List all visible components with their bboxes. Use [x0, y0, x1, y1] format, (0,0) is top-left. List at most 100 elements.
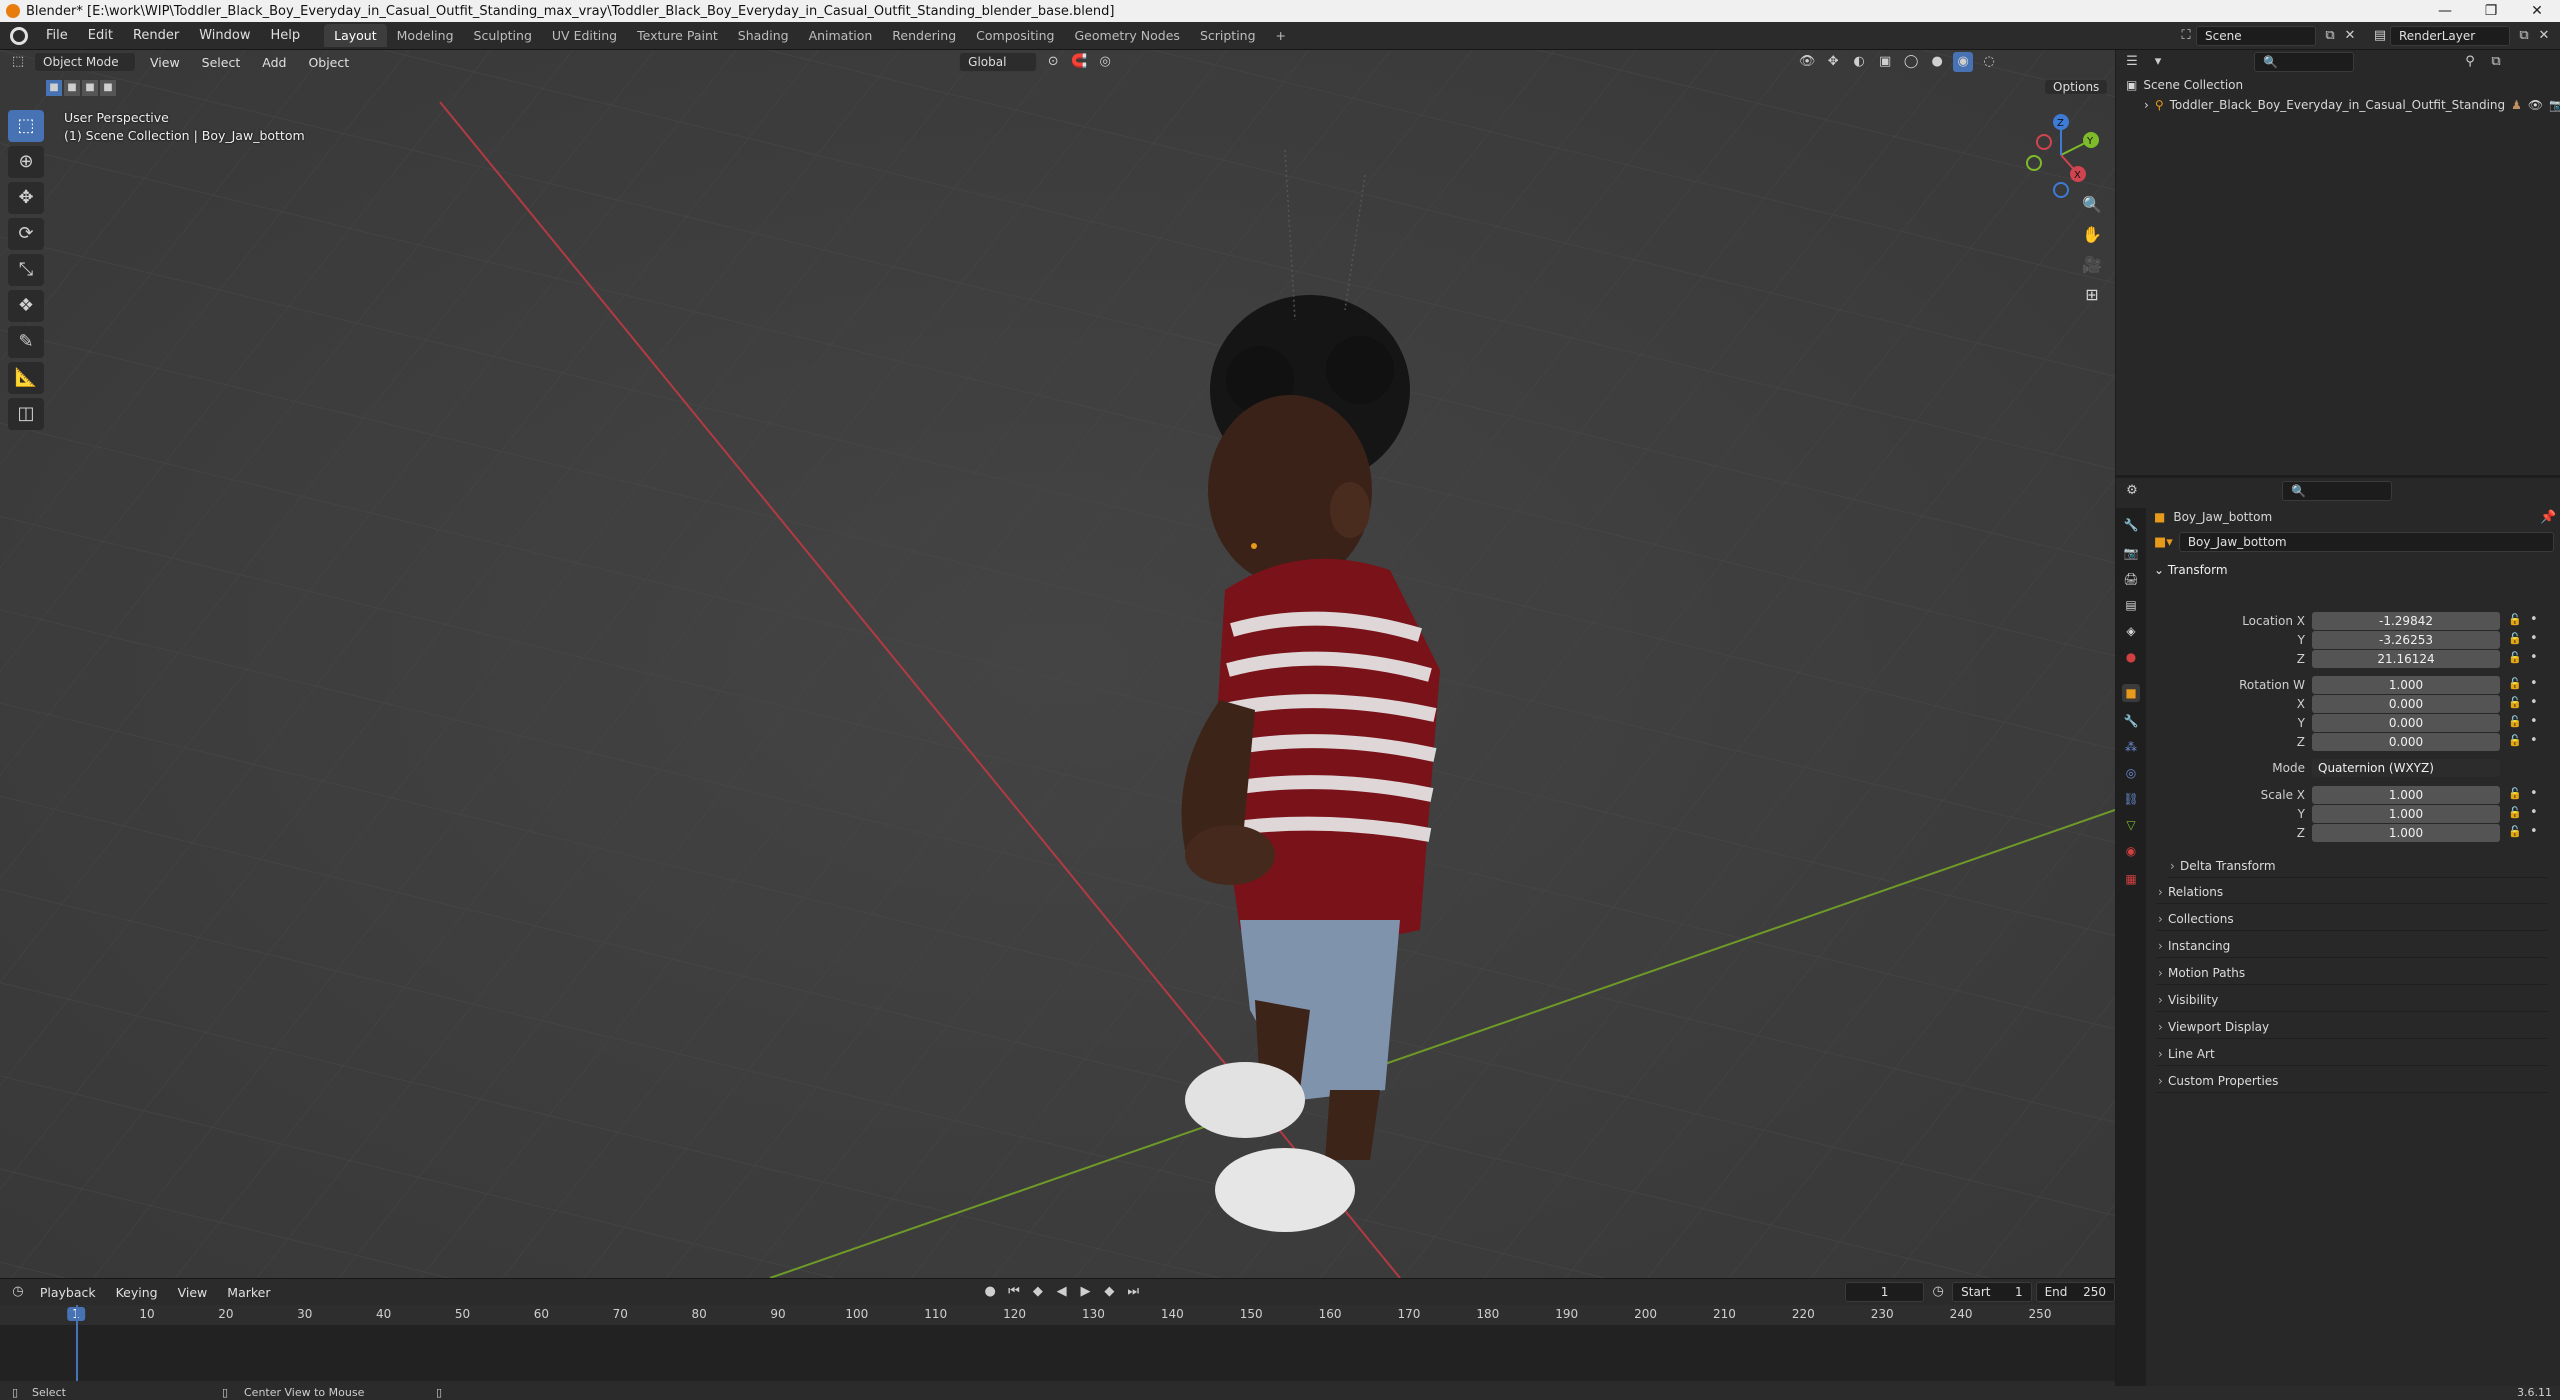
- scale-y-field[interactable]: 1.000: [2312, 805, 2500, 823]
- lock-icon[interactable]: 🔓: [2508, 787, 2522, 800]
- options-dropdown[interactable]: Options: [2044, 78, 2109, 96]
- tab-texture-paint[interactable]: Texture Paint: [627, 24, 728, 47]
- expand-arrow-icon[interactable]: ›: [2144, 98, 2149, 112]
- menu-keying[interactable]: Keying: [108, 1285, 166, 1300]
- menu-help[interactable]: Help: [261, 28, 311, 43]
- end-frame-field[interactable]: End 250: [2035, 1282, 2116, 1302]
- annotate-tool-icon[interactable]: ✎: [8, 326, 44, 358]
- menu-timeline-view[interactable]: View: [170, 1285, 216, 1300]
- rotation-y-field[interactable]: 0.000: [2312, 714, 2500, 732]
- keyframe-dot-icon[interactable]: •: [2530, 714, 2538, 729]
- tab-animation[interactable]: Animation: [799, 24, 883, 47]
- keyframe-dot-icon[interactable]: •: [2530, 805, 2538, 820]
- play-reverse-icon[interactable]: ◀: [1052, 1282, 1072, 1302]
- object-name-field[interactable]: Boy_Jaw_bottom: [2178, 532, 2554, 552]
- lock-icon[interactable]: 🔓: [2508, 651, 2522, 664]
- location-x-field[interactable]: -1.29842: [2312, 612, 2500, 630]
- transform-tool-icon[interactable]: ❖: [8, 290, 44, 322]
- tab-scripting[interactable]: Scripting: [1190, 24, 1266, 47]
- menu-add[interactable]: Add: [254, 55, 294, 70]
- tab-sculpting[interactable]: Sculpting: [464, 24, 542, 47]
- scene-selector[interactable]: Scene: [2196, 26, 2316, 46]
- scale-z-field[interactable]: 1.000: [2312, 824, 2500, 842]
- new-layer-icon[interactable]: ⧉: [2514, 26, 2534, 46]
- solid-shading-icon[interactable]: ●: [1927, 52, 1947, 72]
- panel-relations[interactable]: Relations: [2156, 880, 2548, 904]
- zoom-icon[interactable]: 🔍: [2077, 190, 2107, 220]
- properties-editor-type-icon[interactable]: ⚙: [2122, 481, 2142, 501]
- select-subtract-icon[interactable]: ■: [82, 80, 98, 96]
- tab-geometry-nodes[interactable]: Geometry Nodes: [1065, 24, 1190, 47]
- texture-tab-icon[interactable]: ▦: [2122, 870, 2140, 888]
- location-y-field[interactable]: -3.26253: [2312, 631, 2500, 649]
- xray-toggle-icon[interactable]: ▣: [1875, 52, 1895, 72]
- keyframe-dot-icon[interactable]: •: [2530, 733, 2538, 748]
- keyframe-dot-icon[interactable]: •: [2530, 650, 2538, 665]
- wireframe-shading-icon[interactable]: ◯: [1901, 52, 1921, 72]
- new-collection-icon[interactable]: ⧉: [2486, 52, 2506, 72]
- panel-collections[interactable]: Collections: [2156, 907, 2548, 931]
- panel-visibility[interactable]: Visibility: [2156, 988, 2548, 1012]
- tab-uv-editing[interactable]: UV Editing: [542, 24, 627, 47]
- rotation-w-field[interactable]: 1.000: [2312, 676, 2500, 694]
- material-shading-icon[interactable]: ◉: [1953, 52, 1974, 72]
- select-box-tool-icon[interactable]: ⬚: [8, 110, 44, 142]
- render-layer-icon[interactable]: ▤: [2370, 26, 2390, 46]
- lock-icon[interactable]: 🔓: [2508, 677, 2522, 690]
- menu-render[interactable]: Render: [123, 28, 189, 43]
- lock-icon[interactable]: 🔓: [2508, 632, 2522, 645]
- select-extend-icon[interactable]: ■: [64, 80, 80, 96]
- menu-view[interactable]: View: [142, 55, 188, 70]
- properties-search-input[interactable]: 🔍: [2282, 481, 2392, 501]
- tab-rendering[interactable]: Rendering: [882, 24, 966, 47]
- hide-eye-icon[interactable]: 👁: [2528, 98, 2543, 112]
- panel-line-art[interactable]: Line Art: [2156, 1042, 2548, 1066]
- preview-range-icon[interactable]: ◷: [1928, 1282, 1948, 1302]
- pan-hand-icon[interactable]: ✋: [2077, 220, 2107, 250]
- tab-compositing[interactable]: Compositing: [966, 24, 1064, 47]
- keyframe-dot-icon[interactable]: •: [2530, 824, 2538, 839]
- timeline-ruler[interactable]: 1102030405060708090100110120130140150160…: [0, 1305, 2115, 1325]
- rotation-z-field[interactable]: 0.000: [2312, 733, 2500, 751]
- panel-viewport-display[interactable]: Viewport Display: [2156, 1015, 2548, 1039]
- new-scene-icon[interactable]: ⧉: [2320, 26, 2340, 46]
- outliner-editor-type-icon[interactable]: ☰: [2122, 52, 2142, 72]
- material-tab-icon[interactable]: ◉: [2122, 842, 2140, 860]
- panel-instancing[interactable]: Instancing: [2156, 934, 2548, 958]
- tab-shading[interactable]: Shading: [728, 24, 799, 47]
- timeline-editor-type-icon[interactable]: ◷: [8, 1282, 28, 1302]
- delete-scene-icon[interactable]: ✕: [2340, 26, 2360, 46]
- next-keyframe-icon[interactable]: ◆: [1099, 1282, 1119, 1302]
- scale-tool-icon[interactable]: ⤡: [8, 254, 44, 286]
- lock-icon[interactable]: 🔓: [2508, 613, 2522, 626]
- perspective-toggle-icon[interactable]: ⊞: [2077, 280, 2107, 310]
- panel-delta-transform[interactable]: Delta Transform: [2168, 854, 2548, 878]
- filter-icon[interactable]: ⚲: [2460, 52, 2480, 72]
- options-label[interactable]: Options: [2044, 79, 2109, 95]
- transform-panel-header[interactable]: ⌄ Transform: [2154, 558, 2554, 582]
- scale-x-field[interactable]: 1.000: [2312, 786, 2500, 804]
- maximize-button[interactable]: ❐: [2468, 0, 2514, 22]
- add-cube-tool-icon[interactable]: ◫: [8, 398, 44, 430]
- menu-playback[interactable]: Playback: [32, 1285, 104, 1300]
- lock-icon[interactable]: 🔓: [2508, 825, 2522, 838]
- rotate-tool-icon[interactable]: ⟳: [8, 218, 44, 250]
- add-workspace-button[interactable]: +: [1266, 24, 1296, 47]
- panel-custom-properties[interactable]: Custom Properties: [2156, 1069, 2548, 1093]
- rendered-shading-icon[interactable]: ◌: [1979, 52, 1999, 72]
- keyframe-dot-icon[interactable]: •: [2530, 695, 2538, 710]
- visibility-icon[interactable]: 👁: [1797, 52, 1817, 72]
- snap-icon[interactable]: 🧲: [1069, 52, 1089, 72]
- current-frame-field[interactable]: 1: [1844, 1282, 1925, 1302]
- lock-icon[interactable]: 🔓: [2508, 806, 2522, 819]
- lock-icon[interactable]: 🔓: [2508, 696, 2522, 709]
- pivot-icon[interactable]: ⊙: [1043, 52, 1063, 72]
- jump-end-icon[interactable]: ⏭: [1123, 1282, 1143, 1302]
- 3d-viewport[interactable]: ⬚ Object Mode View Select Add Object Glo…: [0, 50, 2115, 1278]
- minimize-button[interactable]: —: [2422, 0, 2468, 22]
- render-camera-icon[interactable]: 📷: [2549, 98, 2560, 112]
- menu-file[interactable]: File: [36, 28, 78, 43]
- keyframe-dot-icon[interactable]: •: [2530, 631, 2538, 646]
- timeline-track[interactable]: [0, 1305, 2115, 1381]
- outliner-search-input[interactable]: 🔍: [2254, 52, 2354, 72]
